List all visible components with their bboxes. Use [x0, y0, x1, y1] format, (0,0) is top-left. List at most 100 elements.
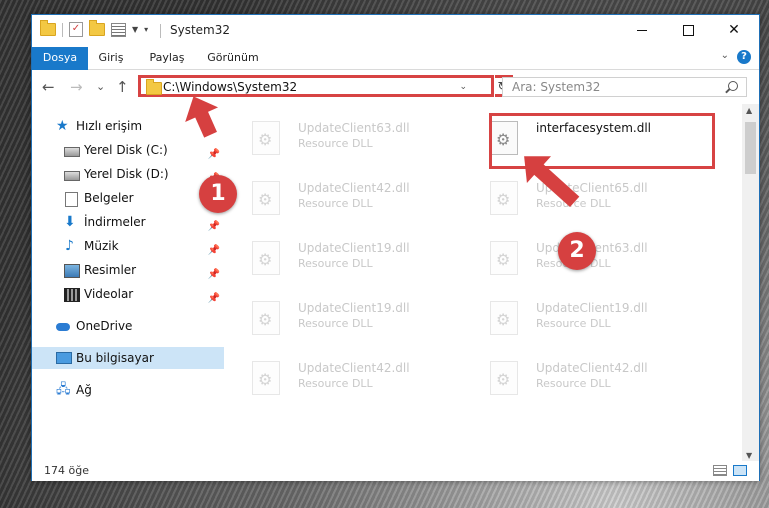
annotation-badge-1: 1	[199, 175, 237, 213]
expand-ribbon-chevron-icon[interactable]: ⌄	[721, 50, 729, 61]
file-item[interactable]: UpdateClient63.dll Resource DLL	[238, 115, 468, 165]
dll-file-icon	[252, 301, 280, 335]
file-type: Resource DLL	[298, 317, 373, 330]
sidebar-item-label: Videolar	[84, 287, 134, 301]
new-folder-icon[interactable]	[89, 20, 105, 36]
star-icon: ★	[56, 118, 69, 134]
sidebar-item-label: Müzik	[84, 239, 119, 253]
sidebar-item-videos[interactable]: Videolar 📌	[32, 283, 224, 305]
drive-icon	[64, 147, 80, 157]
properties-icon[interactable]	[111, 22, 126, 37]
maximize-button[interactable]	[665, 15, 711, 45]
address-path[interactable]: C:\Windows\System32	[163, 79, 297, 95]
file-item[interactable]: UpdateClient65.dll Resource DLL	[476, 175, 706, 225]
dll-file-icon	[252, 181, 280, 215]
file-item[interactable]: UpdateClient19.dll Resource DLL	[476, 295, 706, 345]
address-dropdown-chevron-icon[interactable]: ⌄	[459, 79, 467, 95]
search-placeholder[interactable]: Ara: System32	[512, 80, 600, 94]
sidebar-item-local-disk-d[interactable]: Yerel Disk (D:) 📌	[32, 163, 224, 185]
status-bar: 174 öğe	[32, 461, 759, 481]
file-type: Resource DLL	[536, 317, 611, 330]
sidebar-item-music[interactable]: ♪ Müzik 📌	[32, 235, 224, 257]
address-bar[interactable]: C:\Windows\System32 ⌄	[138, 75, 494, 97]
sidebar-item-downloads[interactable]: ⬇ İndirmeler 📌	[32, 211, 224, 233]
sidebar-item-label: OneDrive	[76, 319, 133, 333]
document-icon	[65, 192, 78, 207]
sidebar-item-onedrive[interactable]: OneDrive	[32, 315, 224, 337]
file-type: Resource DLL	[298, 257, 373, 270]
folder-icon	[146, 79, 162, 95]
sidebar-item-documents[interactable]: Belgeler 📌	[32, 187, 224, 209]
file-type: Resource DLL	[298, 377, 373, 390]
sidebar-item-pictures[interactable]: Resimler 📌	[32, 259, 224, 281]
tab-gorunum[interactable]: Görünüm	[200, 47, 266, 69]
scroll-up-arrow-icon[interactable]: ▲	[746, 106, 752, 115]
sidebar-item-network[interactable]: 🖧 Ağ	[32, 379, 224, 401]
dll-file-icon	[490, 301, 518, 335]
file-explorer-window: ✓ ▼ ▾ System32 ✕ Dosya Giriş Paylaş Görü…	[31, 14, 760, 481]
network-icon: 🖧	[56, 382, 71, 397]
title-bar: ✓ ▼ ▾ System32 ✕	[32, 15, 759, 47]
divider	[62, 22, 63, 37]
cloud-icon	[56, 323, 70, 331]
file-item[interactable]: UpdateClient42.dll Resource DLL	[476, 355, 706, 405]
annotation-badge-2: 2	[558, 232, 596, 270]
divider	[160, 24, 161, 38]
file-name: UpdateClient42.dll	[298, 181, 410, 195]
navigation-bar: ← → ⌄ ↑ C:\Windows\System32 ⌄ ↻ Ara: Sys…	[32, 70, 759, 104]
dll-file-icon	[490, 241, 518, 275]
folder-icon	[40, 20, 56, 36]
sidebar-item-label: Bu bilgisayar	[76, 351, 154, 365]
close-button[interactable]: ✕	[711, 15, 757, 45]
file-type: Resource DLL	[298, 197, 373, 210]
file-type: Resource DLL	[298, 137, 373, 150]
dll-file-icon	[252, 121, 280, 155]
tab-paylas[interactable]: Paylaş	[140, 47, 194, 69]
file-name: UpdateClient42.dll	[536, 361, 648, 375]
sidebar-item-label: Ağ	[76, 383, 92, 397]
sidebar-item-label: Hızlı erişim	[76, 119, 143, 133]
sidebar-item-label: Belgeler	[84, 191, 134, 205]
scroll-thumb[interactable]	[745, 122, 756, 174]
file-item[interactable]: UpdateClient19.dll Resource DLL	[238, 235, 468, 285]
sidebar-item-label: Yerel Disk (C:)	[84, 143, 168, 157]
customize-toolbar-chevron-icon[interactable]: ▼	[132, 25, 138, 34]
vertical-scrollbar[interactable]: ▲ ▼	[742, 104, 759, 462]
file-type: Resource DLL	[536, 377, 611, 390]
sidebar-item-this-pc[interactable]: Bu bilgisayar	[32, 347, 224, 369]
toolbar-dropdown-icon[interactable]: ▾	[144, 25, 148, 34]
sidebar-item-local-disk-c[interactable]: Yerel Disk (C:) 📌	[32, 139, 224, 161]
search-box[interactable]: Ara: System32	[502, 77, 747, 97]
minimize-button[interactable]	[619, 15, 665, 45]
window-title: System32	[170, 23, 231, 37]
properties-check-icon[interactable]: ✓	[69, 22, 83, 37]
scroll-down-arrow-icon[interactable]: ▼	[746, 451, 752, 460]
sidebar-item-label: Yerel Disk (D:)	[84, 167, 169, 181]
file-name: UpdateClient19.dll	[536, 301, 648, 315]
large-icons-view-icon[interactable]	[733, 465, 747, 476]
item-count: 174 öğe	[44, 464, 89, 477]
file-name: UpdateClient42.dll	[298, 361, 410, 375]
computer-icon	[56, 352, 72, 364]
file-item[interactable]: UpdateClient42.dll Resource DLL	[238, 355, 468, 405]
tab-giris[interactable]: Giriş	[88, 47, 134, 69]
search-icon[interactable]	[728, 81, 738, 91]
quick-access-toolbar: ✓ ▼ ▾	[40, 20, 148, 37]
file-item[interactable]: UpdateClient42.dll Resource DLL	[238, 175, 468, 225]
help-icon[interactable]: ?	[737, 50, 751, 64]
file-name: UpdateClient63.dll	[298, 121, 410, 135]
back-button[interactable]: ←	[42, 79, 55, 95]
forward-button[interactable]: →	[70, 79, 83, 95]
pictures-icon	[64, 264, 80, 278]
pin-icon[interactable]: 📌	[208, 288, 220, 310]
details-view-icon[interactable]	[713, 465, 727, 476]
music-icon: ♪	[65, 238, 74, 254]
ribbon-tabs: Dosya Giriş Paylaş Görünüm ⌄ ?	[32, 47, 759, 97]
dll-file-icon	[490, 181, 518, 215]
file-name: UpdateClient19.dll	[298, 241, 410, 255]
recent-locations-button[interactable]: ⌄	[96, 79, 105, 95]
up-button[interactable]: ↑	[116, 79, 129, 95]
file-item[interactable]: UpdateClient19.dll Resource DLL	[238, 295, 468, 345]
videos-icon	[64, 288, 80, 302]
dll-file-icon	[252, 361, 280, 395]
